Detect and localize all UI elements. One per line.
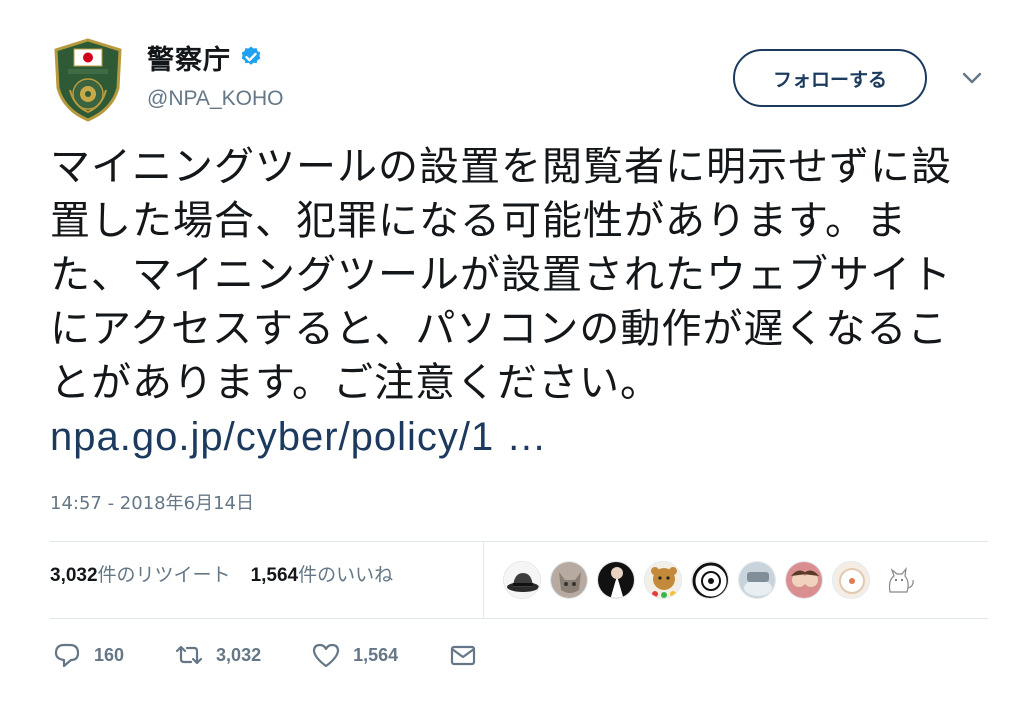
tweet-body: マイニングツールの設置を閲覧者に明示せずに設置した場合、犯罪になる可能性がありま… [50, 140, 980, 464]
tweet-actions: 160 3,032 1,564 [52, 640, 528, 670]
liker-avatar[interactable] [691, 561, 729, 599]
reply-icon [54, 643, 80, 668]
liker-avatar[interactable] [503, 561, 541, 599]
like-button[interactable]: 1,564 [311, 640, 398, 670]
retweet-button[interactable]: 3,032 [174, 640, 261, 670]
retweet-icon [175, 645, 203, 665]
tweet-link[interactable]: npa.go.jp/cyber/policy/1 … [50, 415, 547, 459]
liker-avatars [503, 561, 917, 599]
engagement-stats: 3,032件のリツイート 1,564件のいいね [50, 560, 393, 587]
divider-top [50, 541, 988, 542]
verified-badge-icon [241, 46, 261, 65]
liker-avatar[interactable] [644, 561, 682, 599]
user-handle[interactable]: @NPA_KOHO [147, 87, 283, 111]
envelope-icon [451, 645, 476, 666]
reply-count: 160 [94, 644, 125, 665]
follow-button[interactable]: フォローする [733, 49, 927, 107]
liker-avatar[interactable] [550, 561, 588, 599]
tweet-text: マイニングツールの設置を閲覧者に明示せずに設置した場合、犯罪になる可能性がありま… [50, 144, 952, 406]
liker-avatar[interactable] [832, 561, 870, 599]
reply-button[interactable]: 160 [52, 640, 124, 670]
timestamp[interactable]: 14:57 - 2018年6月14日 [50, 489, 254, 515]
liker-avatar[interactable] [879, 561, 917, 599]
liker-avatar[interactable] [738, 561, 776, 599]
liker-avatar[interactable] [597, 561, 635, 599]
direct-message-button[interactable] [448, 640, 478, 670]
chevron-down-icon[interactable] [960, 68, 984, 88]
divider-bottom [50, 618, 988, 619]
stats-separator [483, 542, 484, 618]
heart-icon [312, 643, 340, 668]
like-stat[interactable]: 1,564件のいいね [251, 560, 394, 587]
avatar[interactable] [52, 38, 124, 122]
police-emblem-icon [54, 38, 122, 122]
retweet-count: 3,032 [216, 644, 262, 665]
like-count: 1,564 [353, 644, 399, 665]
author-block: 警察庁 @NPA_KOHO [147, 40, 283, 111]
liker-avatar[interactable] [785, 561, 823, 599]
retweet-stat[interactable]: 3,032件のリツイート [50, 560, 231, 587]
display-name[interactable]: 警察庁 [147, 38, 231, 77]
